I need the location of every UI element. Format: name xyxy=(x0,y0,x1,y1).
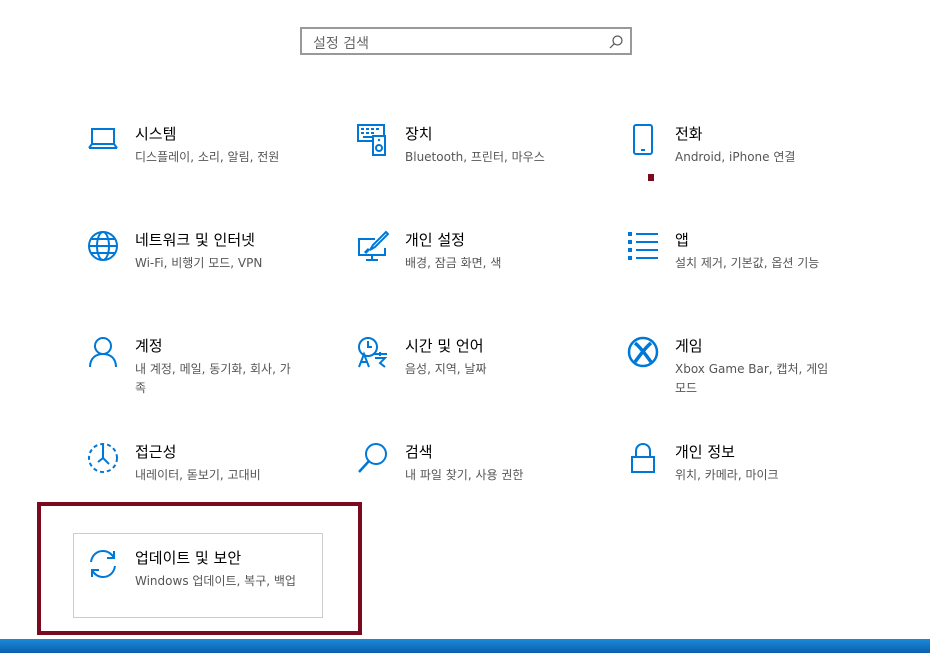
tile-subtitle: 위치, 카메라, 마이크 xyxy=(675,468,779,482)
tile-subtitle: 음성, 지역, 날짜 xyxy=(405,362,487,376)
tile-subtitle: 내 계정, 메일, 동기화, 회사, 가족 xyxy=(135,362,291,395)
devices-icon xyxy=(357,124,389,156)
tile-subtitle: Bluetooth, 프린터, 마우스 xyxy=(405,150,545,164)
search-input[interactable]: 설정 검색 xyxy=(300,27,632,55)
laptop-icon xyxy=(87,124,119,156)
tile-time-language[interactable]: 시간 및 언어 음성, 지역, 날짜 xyxy=(357,336,607,426)
tile-phone[interactable]: 전화 Android, iPhone 연결 xyxy=(627,124,877,214)
tile-title: 장치 xyxy=(405,125,433,143)
tile-title: 개인 정보 xyxy=(675,443,735,461)
highlight-box xyxy=(37,502,362,635)
tile-subtitle: Xbox Game Bar, 캡처, 게임 모드 xyxy=(675,362,829,395)
tile-title: 네트워크 및 인터넷 xyxy=(135,231,255,249)
tile-subtitle: 배경, 잠금 화면, 색 xyxy=(405,256,502,270)
tile-title: 앱 xyxy=(675,231,689,249)
tile-subtitle: 디스플레이, 소리, 알림, 전원 xyxy=(135,150,280,164)
time-language-icon xyxy=(357,336,389,368)
tile-personalization[interactable]: 개인 설정 배경, 잠금 화면, 색 xyxy=(357,230,607,320)
tile-accounts[interactable]: 계정 내 계정, 메일, 동기화, 회사, 가족 xyxy=(87,336,337,426)
tile-network[interactable]: 네트워크 및 인터넷 Wi-Fi, 비행기 모드, VPN xyxy=(87,230,337,320)
tile-title: 개인 설정 xyxy=(405,231,465,249)
tile-devices[interactable]: 장치 Bluetooth, 프린터, 마우스 xyxy=(357,124,607,214)
tile-title: 시간 및 언어 xyxy=(405,337,484,355)
globe-icon xyxy=(87,230,119,262)
tile-subtitle: Wi-Fi, 비행기 모드, VPN xyxy=(135,256,263,270)
tile-subtitle: 설치 제거, 기본값, 옵션 기능 xyxy=(675,256,820,270)
tile-subtitle: Android, iPhone 연결 xyxy=(675,150,796,164)
search-icon xyxy=(357,442,389,474)
search-icon[interactable] xyxy=(608,34,624,50)
tile-title: 계정 xyxy=(135,337,163,355)
tile-apps[interactable]: 앱 설치 제거, 기본값, 옵션 기능 xyxy=(627,230,877,320)
search-placeholder: 설정 검색 xyxy=(313,36,369,52)
tile-title: 게임 xyxy=(675,337,703,355)
tile-system[interactable]: 시스템 디스플레이, 소리, 알림, 전원 xyxy=(87,124,337,214)
tile-title: 시스템 xyxy=(135,125,177,143)
tile-title: 전화 xyxy=(675,125,703,143)
lock-icon xyxy=(627,442,659,474)
accessibility-icon xyxy=(87,442,119,474)
taskbar xyxy=(0,639,930,653)
tile-gaming[interactable]: 게임 Xbox Game Bar, 캡처, 게임 모드 xyxy=(627,336,877,426)
person-icon xyxy=(87,336,119,368)
tile-search[interactable]: 검색 내 파일 찾기, 사용 권한 xyxy=(357,442,607,532)
tile-subtitle: 내레이터, 돋보기, 고대비 xyxy=(135,468,261,482)
personalization-icon xyxy=(357,230,389,262)
tile-subtitle: 내 파일 찾기, 사용 권한 xyxy=(405,468,524,482)
phone-icon xyxy=(627,124,659,156)
tile-title: 검색 xyxy=(405,443,433,461)
tile-privacy[interactable]: 개인 정보 위치, 카메라, 마이크 xyxy=(627,442,877,532)
xbox-icon xyxy=(627,336,659,368)
tile-title: 접근성 xyxy=(135,443,177,461)
apps-list-icon xyxy=(627,230,659,262)
